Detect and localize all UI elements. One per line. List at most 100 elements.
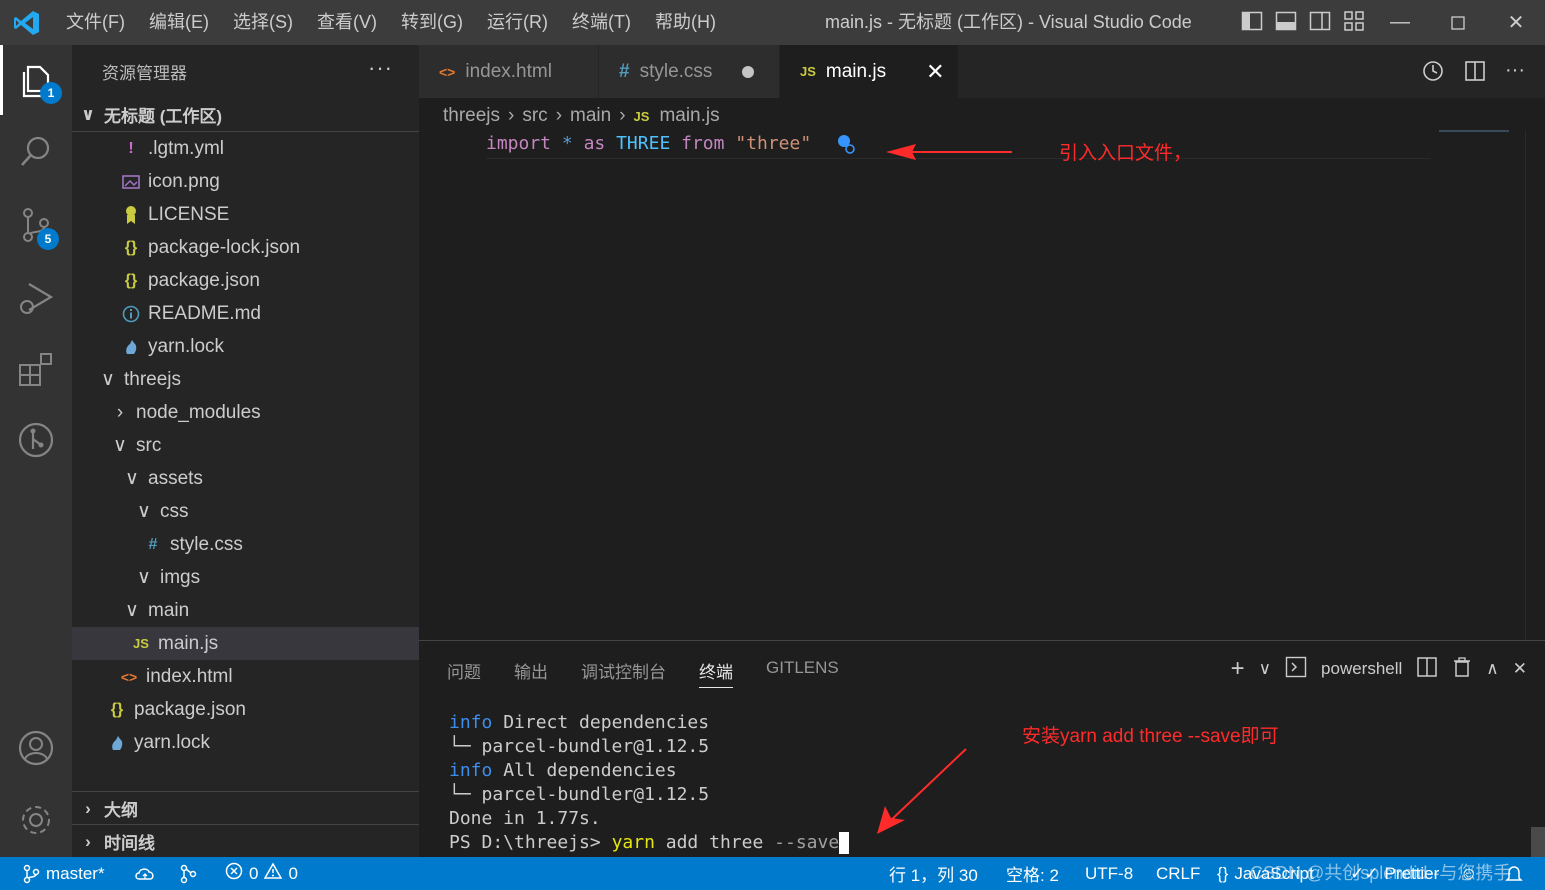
- folder-main[interactable]: ∨ main: [72, 594, 419, 627]
- trash-icon[interactable]: [1452, 656, 1472, 683]
- file-package-json-root[interactable]: {} package.json: [72, 264, 419, 297]
- timeline-section[interactable]: › 时间线: [72, 825, 419, 858]
- folder-node-modules[interactable]: › node_modules: [72, 396, 419, 429]
- file-package-lock[interactable]: {} package-lock.json: [72, 231, 419, 264]
- menu-selection[interactable]: 选择(S): [221, 0, 305, 45]
- tab-terminal[interactable]: 终端: [699, 658, 733, 688]
- terminal-shell-label[interactable]: powershell: [1321, 659, 1402, 679]
- file-lgtm[interactable]: ! .lgtm.yml: [72, 132, 419, 165]
- file-yarn-lock[interactable]: yarn.lock: [72, 726, 419, 759]
- toggle-panel-icon[interactable]: [1274, 8, 1298, 34]
- folder-label: main: [148, 599, 190, 621]
- cursor-position[interactable]: 行 1，列 30: [889, 857, 978, 890]
- menu-run[interactable]: 运行(R): [475, 0, 560, 45]
- menu-go[interactable]: 转到(G): [389, 0, 475, 45]
- folder-threejs[interactable]: ∨ threejs: [72, 363, 419, 396]
- file-main-js[interactable]: JS main.js: [72, 627, 419, 660]
- bottom-panel: 问题 输出 调试控制台 终端 GITLENS + ∨ powershell ∧ …: [419, 640, 1545, 857]
- file-index-html[interactable]: <> index.html: [72, 660, 419, 693]
- minimap[interactable]: [1439, 130, 1509, 132]
- split-editor-icon[interactable]: [1463, 59, 1487, 88]
- tab-label: main.js: [825, 60, 887, 82]
- unsaved-dot-icon[interactable]: [742, 65, 755, 78]
- menu-terminal[interactable]: 终端(T): [560, 0, 643, 45]
- cloud-sync-icon[interactable]: [134, 857, 156, 890]
- source-control-icon[interactable]: 5: [0, 190, 72, 260]
- git-branch-icon: [23, 864, 40, 883]
- close-panel-icon[interactable]: ✕: [1513, 659, 1527, 679]
- file-yarn-lock-root[interactable]: yarn.lock: [72, 330, 419, 363]
- file-label: package.json: [134, 698, 246, 720]
- close-tab-icon[interactable]: ✕: [926, 59, 944, 85]
- indentation[interactable]: 空格: 2: [1006, 857, 1059, 890]
- tab-debug-console[interactable]: 调试控制台: [581, 658, 666, 688]
- file-license[interactable]: LICENSE: [72, 198, 419, 231]
- outline-section[interactable]: › 大纲: [72, 792, 419, 825]
- breadcrumb-item[interactable]: main: [570, 105, 611, 127]
- file-label: package-lock.json: [148, 236, 301, 258]
- folder-label: css: [160, 500, 189, 522]
- tab-gitlens[interactable]: GITLENS: [766, 658, 839, 688]
- chevron-down-icon: ∨: [81, 104, 95, 124]
- title-bar: 文件(F) 编辑(E) 选择(S) 查看(V) 转到(G) 运行(R) 终端(T…: [0, 0, 1545, 45]
- gitlens-status-icon[interactable]: [178, 857, 198, 890]
- more-actions-icon[interactable]: ···: [368, 55, 393, 81]
- code-editor[interactable]: import * as THREE from "three" 引入入口文件，: [419, 130, 1545, 640]
- menu-view[interactable]: 查看(V): [305, 0, 389, 45]
- annotation-install: 安装yarn add three --save即可: [1022, 726, 1279, 747]
- explorer-badge: 1: [40, 82, 62, 104]
- toggle-secondary-sidebar-icon[interactable]: [1308, 8, 1332, 34]
- menu-file[interactable]: 文件(F): [54, 0, 137, 45]
- run-debug-icon[interactable]: [0, 263, 72, 333]
- editor-scrollbar[interactable]: [1525, 130, 1545, 640]
- branch-indicator[interactable]: master*: [22, 857, 105, 890]
- gitlens-icon[interactable]: [0, 405, 72, 475]
- close-window-icon[interactable]: ✕: [1487, 0, 1545, 45]
- chevron-down-icon[interactable]: ∨: [1259, 659, 1271, 679]
- tab-index-html[interactable]: <> index.html: [419, 45, 599, 98]
- maximize-panel-icon[interactable]: ∧: [1486, 659, 1498, 679]
- terminal-scrollbar[interactable]: [1531, 827, 1545, 857]
- lightbulb-icon[interactable]: [836, 133, 856, 160]
- folder-assets[interactable]: ∨ assets: [72, 462, 419, 495]
- maximize-icon[interactable]: [1429, 0, 1487, 45]
- customize-layout-icon[interactable]: [1342, 8, 1366, 34]
- outline-label: 大纲: [104, 801, 138, 820]
- chevron-right-icon: ›: [116, 401, 124, 423]
- explorer-icon[interactable]: 1: [0, 45, 72, 115]
- search-icon[interactable]: [0, 117, 72, 187]
- file-style-css[interactable]: # style.css: [72, 528, 419, 561]
- settings-gear-icon[interactable]: [0, 785, 72, 855]
- extensions-icon[interactable]: [0, 335, 72, 405]
- tab-output[interactable]: 输出: [514, 658, 548, 688]
- breadcrumb-item[interactable]: threejs: [443, 105, 500, 127]
- file-label: style.css: [170, 533, 243, 555]
- timeline-history-icon[interactable]: [1421, 59, 1445, 88]
- menu-help[interactable]: 帮助(H): [643, 0, 728, 45]
- menu-edit[interactable]: 编辑(E): [137, 0, 221, 45]
- tab-style-css[interactable]: # style.css: [599, 45, 780, 98]
- terminal-output[interactable]: info Direct dependencies └─ parcel-bundl…: [449, 711, 850, 855]
- code-line-1[interactable]: import * as THREE from "three": [486, 133, 811, 154]
- breadcrumb-item[interactable]: main.js: [659, 105, 719, 127]
- encoding[interactable]: UTF-8: [1085, 857, 1133, 890]
- folder-src[interactable]: ∨ src: [72, 429, 419, 462]
- new-terminal-icon[interactable]: +: [1231, 655, 1245, 683]
- folder-css[interactable]: ∨ css: [72, 495, 419, 528]
- file-readme[interactable]: README.md: [72, 297, 419, 330]
- file-package-json[interactable]: {} package.json: [72, 693, 419, 726]
- file-icon-png[interactable]: icon.png: [72, 165, 419, 198]
- more-actions-icon[interactable]: ···: [1505, 59, 1525, 88]
- tab-problems[interactable]: 问题: [447, 658, 481, 688]
- tab-main-js[interactable]: JS main.js ✕: [780, 45, 959, 98]
- split-terminal-icon[interactable]: [1416, 656, 1438, 683]
- problems-indicator[interactable]: 0 0: [225, 857, 298, 890]
- minimize-icon[interactable]: —: [1371, 0, 1429, 45]
- folder-imgs[interactable]: ∨ imgs: [72, 561, 419, 594]
- breadcrumb-item[interactable]: src: [522, 105, 547, 127]
- toggle-sidebar-icon[interactable]: [1240, 8, 1264, 34]
- line-ending[interactable]: CRLF: [1156, 857, 1200, 890]
- workspace-folder[interactable]: ∨ 无标题 (工作区): [72, 98, 419, 131]
- accounts-icon[interactable]: [0, 713, 72, 783]
- warning-count: 0: [288, 863, 298, 883]
